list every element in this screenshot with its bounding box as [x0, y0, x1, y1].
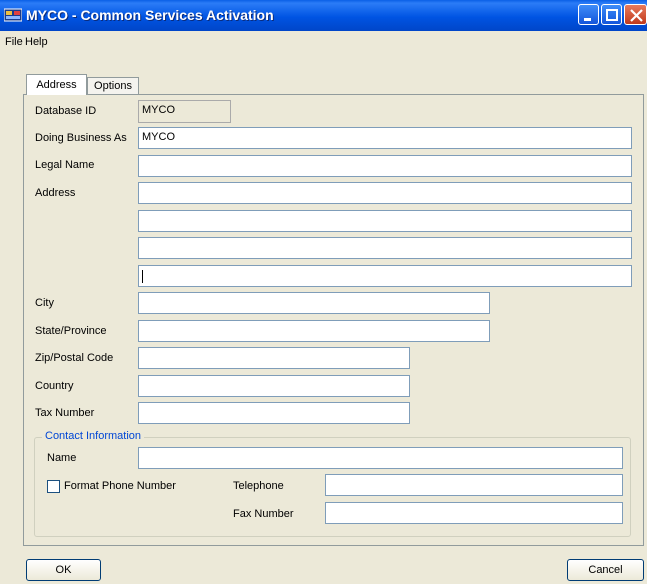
tax-number-field[interactable]	[138, 402, 410, 424]
city-label: City	[35, 297, 54, 309]
doing-business-as-label: Doing Business As	[35, 132, 127, 144]
cancel-button[interactable]: Cancel	[567, 559, 644, 581]
zip-label: Zip/Postal Code	[35, 352, 114, 364]
app-icon	[4, 8, 22, 22]
menu-file[interactable]: File	[5, 36, 23, 48]
tab-options-label: Options	[94, 80, 132, 92]
country-label: Country	[35, 380, 74, 392]
country-field[interactable]	[138, 375, 410, 397]
format-phone-checkbox[interactable]	[47, 480, 60, 493]
legal-name-field[interactable]	[138, 155, 632, 177]
city-field[interactable]	[138, 292, 490, 314]
database-id-label: Database ID	[35, 105, 97, 117]
text-cursor	[142, 270, 143, 283]
address-label: Address	[35, 187, 76, 199]
contact-name-field[interactable]	[138, 447, 623, 469]
state-label: State/Province	[35, 325, 107, 337]
zip-field[interactable]	[138, 347, 410, 369]
fax-number-label: Fax Number	[233, 508, 294, 520]
address-line-3-field[interactable]	[138, 237, 632, 259]
maximize-icon	[606, 9, 618, 21]
doing-business-as-field[interactable]: MYCO	[138, 127, 632, 149]
ok-button[interactable]: OK	[26, 559, 101, 581]
fax-number-field[interactable]	[325, 502, 623, 524]
menu-bar: File Help	[0, 31, 647, 54]
minimize-button[interactable]	[578, 4, 599, 25]
address-line-2-field[interactable]	[138, 210, 632, 232]
database-id-field: MYCO	[138, 100, 231, 123]
legal-name-label: Legal Name	[35, 159, 95, 171]
close-icon	[630, 9, 643, 22]
tab-options[interactable]: Options	[87, 77, 139, 95]
telephone-field[interactable]	[325, 474, 623, 496]
maximize-button[interactable]	[601, 4, 622, 25]
telephone-label: Telephone	[233, 480, 284, 492]
minimize-icon	[584, 18, 591, 21]
menu-help[interactable]: Help	[25, 36, 48, 48]
tab-address[interactable]: Address	[26, 74, 87, 95]
state-field[interactable]	[138, 320, 490, 342]
contact-name-label: Name	[47, 452, 77, 464]
address-line-1-field[interactable]	[138, 182, 632, 204]
tax-number-label: Tax Number	[35, 407, 95, 419]
format-phone-label[interactable]: Format Phone Number	[64, 480, 176, 492]
close-button[interactable]	[624, 4, 647, 25]
window-title: MYCO - Common Services Activation	[26, 7, 274, 23]
contact-information-title: Contact Information	[42, 430, 144, 442]
tab-address-label: Address	[36, 79, 77, 91]
title-bar[interactable]: MYCO - Common Services Activation	[0, 0, 647, 31]
address-line-4-field[interactable]	[138, 265, 632, 287]
